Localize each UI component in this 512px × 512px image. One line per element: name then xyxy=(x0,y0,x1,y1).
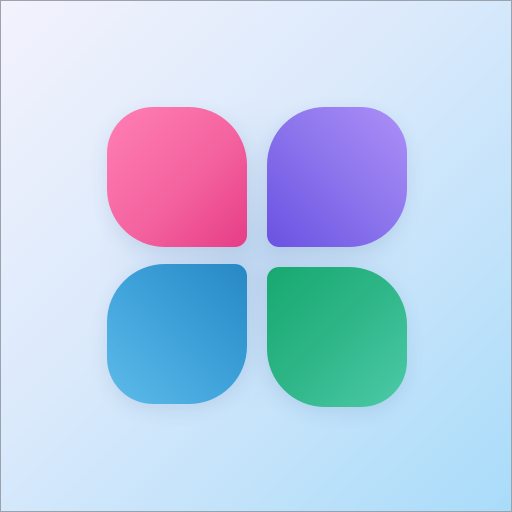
pink-petal-icon xyxy=(107,107,247,247)
green-petal-icon xyxy=(267,267,407,407)
app-icon-tile xyxy=(0,0,512,512)
purple-petal-icon xyxy=(267,107,407,247)
blue-petal-icon xyxy=(107,264,247,404)
